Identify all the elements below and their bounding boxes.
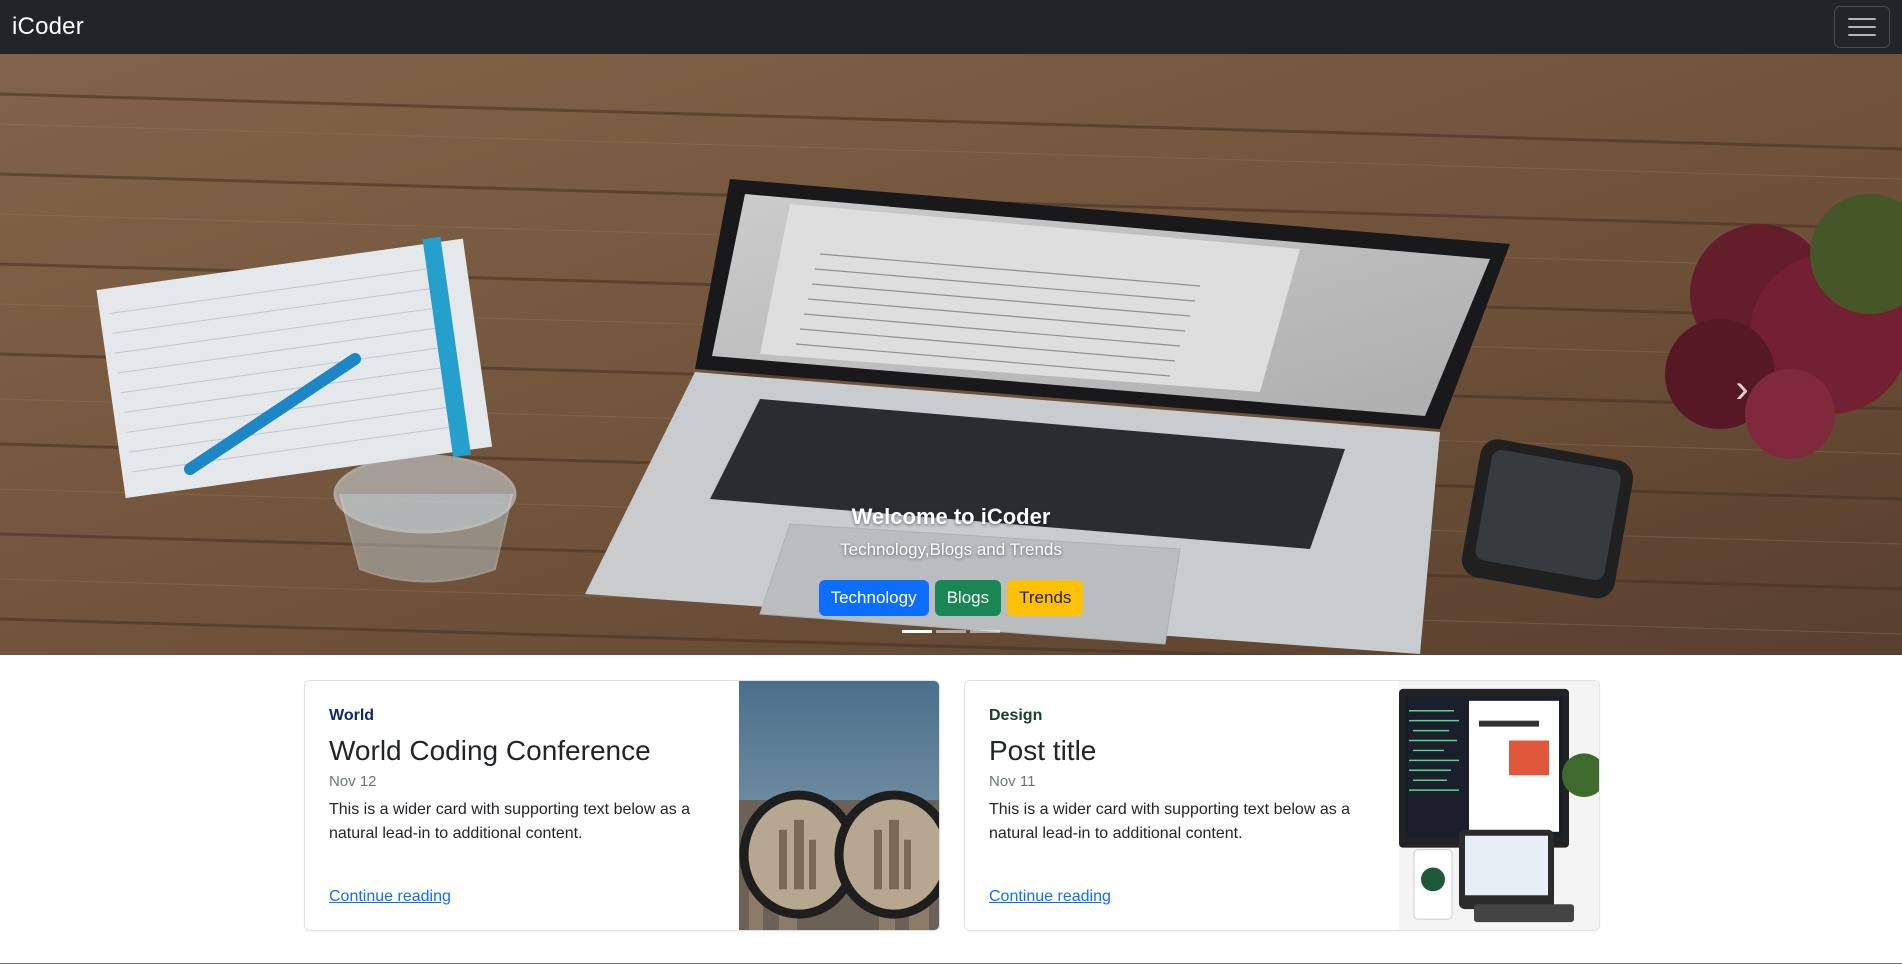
card-date: Nov 11 <box>989 773 1036 790</box>
hero-carousel: ‹ › Welcome to iCoder Technology,Blogs a… <box>0 54 1902 655</box>
card-body: World World Coding Conference Nov 12 Thi… <box>305 681 739 930</box>
featured-card-design: Design Post title Nov 11 This is a wider… <box>964 680 1600 931</box>
navbar: iCoder <box>0 0 1902 54</box>
hamburger-icon-bar <box>1848 34 1876 36</box>
card-category: Design <box>989 707 1043 724</box>
card-category: World <box>329 707 375 724</box>
technology-button[interactable]: Technology <box>818 580 929 616</box>
card-title: Post title <box>989 735 1097 766</box>
navbar-brand[interactable]: iCoder <box>12 13 84 41</box>
continue-reading-link[interactable]: Continue reading <box>989 888 1111 906</box>
trends-button[interactable]: Trends <box>1007 580 1084 616</box>
featured-cards: World World Coding Conference Nov 12 Thi… <box>304 680 1600 931</box>
card-date: Nov 12 <box>329 773 377 790</box>
blogs-button[interactable]: Blogs <box>934 580 1002 616</box>
carousel-indicator-1[interactable] <box>902 630 932 633</box>
carousel-caption-buttons: Technology Blogs Trends <box>0 580 1902 616</box>
card-title: World Coding Conference <box>329 735 651 766</box>
featured-card-world: World World Coding Conference Nov 12 Thi… <box>304 680 940 931</box>
carousel-indicators <box>0 630 1902 633</box>
card-text: This is a wider card with supporting tex… <box>989 801 1351 842</box>
hamburger-icon-bar <box>1848 26 1876 28</box>
carousel-indicator-3[interactable] <box>970 630 1000 633</box>
navbar-toggler-button[interactable] <box>1834 6 1890 48</box>
card-text: This is a wider card with supporting tex… <box>329 801 691 842</box>
card-image-desk-setup <box>1399 681 1599 930</box>
carousel-caption: Welcome to iCoder Technology,Blogs and T… <box>0 504 1902 616</box>
carousel-caption-subtitle: Technology,Blogs and Trends <box>840 540 1062 559</box>
continue-reading-link[interactable]: Continue reading <box>329 888 451 906</box>
card-body: Design Post title Nov 11 This is a wider… <box>965 681 1399 930</box>
carousel-caption-title: Welcome to iCoder <box>851 504 1051 529</box>
hamburger-icon-bar <box>1848 18 1876 20</box>
carousel-next-button[interactable]: › <box>1722 364 1762 414</box>
carousel-indicator-2[interactable] <box>936 630 966 633</box>
card-image-city-glasses <box>739 681 939 930</box>
